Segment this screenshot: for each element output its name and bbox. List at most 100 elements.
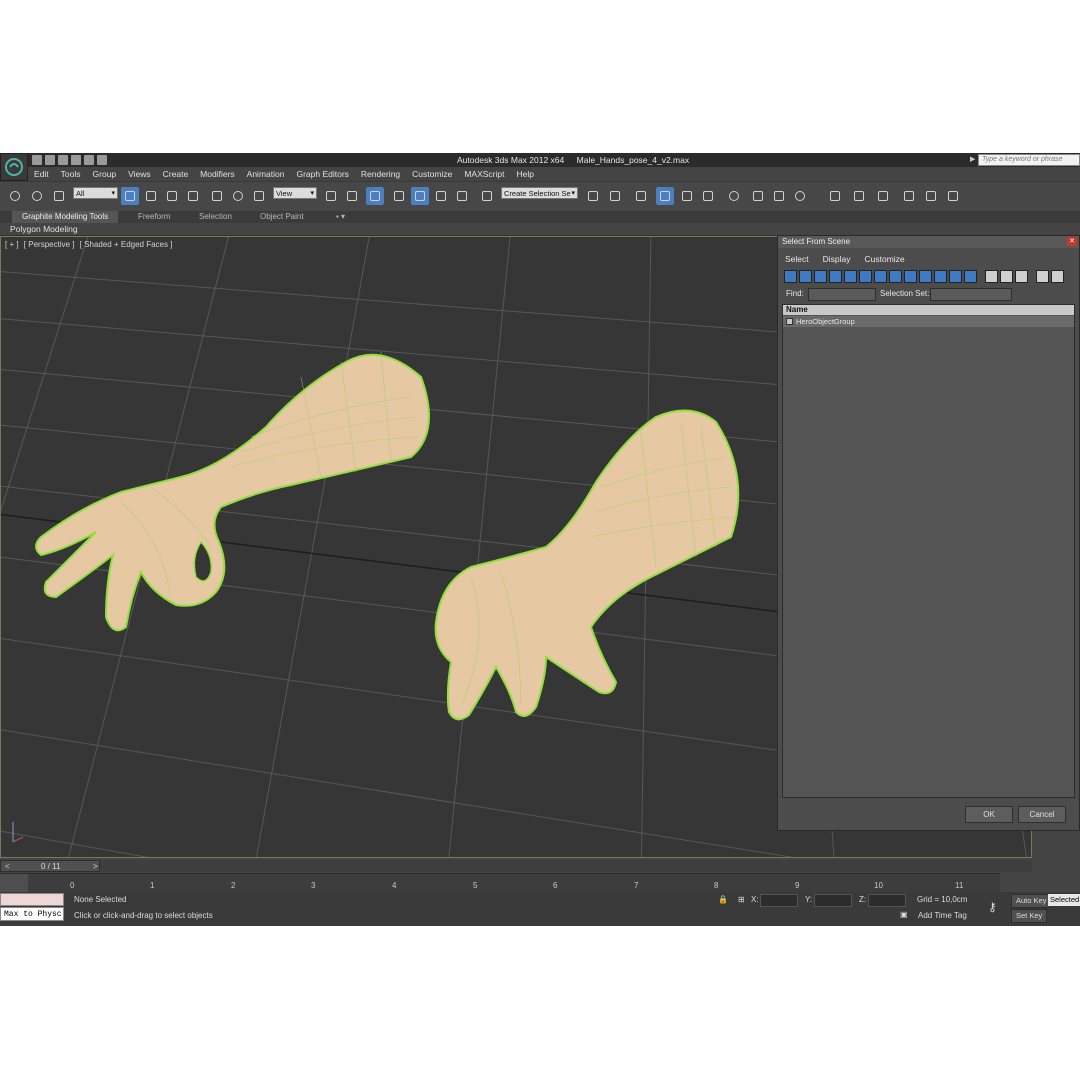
- snaps-toggle-icon[interactable]: [390, 187, 408, 205]
- cancel-button[interactable]: Cancel: [1018, 806, 1066, 823]
- menu-views[interactable]: Views: [122, 169, 157, 179]
- menu-customize[interactable]: Customize: [406, 169, 458, 179]
- angle-snap-icon[interactable]: [411, 187, 429, 205]
- project-folder-icon[interactable]: [97, 155, 107, 165]
- menu-create[interactable]: Create: [157, 169, 195, 179]
- extra-tool-4-icon[interactable]: [900, 187, 918, 205]
- display-frozen-icon[interactable]: [934, 270, 947, 283]
- select-all-icon[interactable]: [985, 270, 998, 283]
- tab-object-paint[interactable]: Object Paint: [250, 211, 314, 223]
- manipulate-icon[interactable]: [343, 187, 361, 205]
- link-icon[interactable]: [6, 187, 24, 205]
- dialog-menu-customize[interactable]: Customize: [858, 252, 912, 266]
- select-and-rotate-icon[interactable]: [229, 187, 247, 205]
- dialog-title-bar[interactable]: Select From Scene ✕: [778, 236, 1079, 248]
- time-tag-icon[interactable]: ▣: [900, 910, 908, 919]
- add-time-tag[interactable]: Add Time Tag: [918, 911, 967, 920]
- set-key-button[interactable]: Set Key: [1011, 909, 1048, 923]
- select-invert-icon[interactable]: [1015, 270, 1028, 283]
- close-icon[interactable]: ✕: [1067, 237, 1077, 246]
- lock-selection-icon[interactable]: 🔒: [718, 895, 728, 904]
- list-item[interactable]: HeroObjectGroup: [783, 316, 1074, 327]
- select-none-icon[interactable]: [1000, 270, 1013, 283]
- window-crossing-icon[interactable]: [184, 187, 202, 205]
- track-bar-toggle-icon[interactable]: [0, 874, 28, 892]
- display-lights-icon[interactable]: [814, 270, 827, 283]
- pivot-center-icon[interactable]: [322, 187, 340, 205]
- filter-options-icon[interactable]: [1051, 270, 1064, 283]
- viewport-view-label[interactable]: [ Perspective ]: [24, 240, 75, 249]
- selection-set-dropdown[interactable]: [930, 288, 1012, 301]
- ribbon-options-icon[interactable]: ▪ ▾: [326, 211, 355, 223]
- menu-rendering[interactable]: Rendering: [355, 169, 406, 179]
- time-slider[interactable]: < 0 / 11 >: [0, 860, 1032, 872]
- maxscript-listener-input[interactable]: Max to Physc: [0, 907, 64, 921]
- display-cameras-icon[interactable]: [829, 270, 842, 283]
- named-selection-set-dropdown[interactable]: Create Selection Se: [501, 187, 578, 200]
- menu-modifiers[interactable]: Modifiers: [194, 169, 240, 179]
- rectangular-selection-icon[interactable]: [163, 187, 181, 205]
- extra-tool-3-icon[interactable]: [874, 187, 892, 205]
- rendered-frame-window-icon[interactable]: [770, 187, 788, 205]
- mirror-icon[interactable]: [584, 187, 602, 205]
- layer-manager-icon[interactable]: [632, 187, 650, 205]
- redo-icon[interactable]: [84, 155, 94, 165]
- filter-icon[interactable]: [1036, 270, 1049, 283]
- schematic-view-icon[interactable]: [699, 187, 717, 205]
- render-setup-icon[interactable]: [749, 187, 767, 205]
- display-xrefs-icon[interactable]: [889, 270, 902, 283]
- dialog-menu-display[interactable]: Display: [816, 252, 858, 266]
- display-containers-icon[interactable]: [919, 270, 932, 283]
- next-frame-icon[interactable]: >: [93, 861, 98, 873]
- scene-object-list[interactable]: Name HeroObjectGroup: [782, 304, 1075, 798]
- viewport-menu-label[interactable]: [ + ]: [5, 240, 19, 249]
- select-by-name-icon[interactable]: [142, 187, 160, 205]
- key-icon[interactable]: ⚷: [988, 900, 997, 914]
- save-file-icon[interactable]: [58, 155, 68, 165]
- display-hidden-icon[interactable]: [949, 270, 962, 283]
- extra-tool-6-icon[interactable]: [944, 187, 962, 205]
- ok-button[interactable]: OK: [965, 806, 1013, 823]
- unlink-icon[interactable]: [28, 187, 46, 205]
- maxscript-listener-output[interactable]: [0, 893, 64, 906]
- align-icon[interactable]: [606, 187, 624, 205]
- menu-graph-editors[interactable]: Graph Editors: [290, 169, 354, 179]
- display-bones-icon[interactable]: [904, 270, 917, 283]
- time-slider-thumb[interactable]: < 0 / 11 >: [0, 860, 100, 872]
- absolute-mode-icon[interactable]: ⊞: [738, 895, 745, 904]
- selection-filter-dropdown[interactable]: All: [73, 187, 118, 200]
- column-header-name[interactable]: Name: [783, 305, 1074, 315]
- find-input[interactable]: [808, 288, 876, 301]
- y-coordinate-field[interactable]: [814, 894, 852, 907]
- bind-space-warp-icon[interactable]: [50, 187, 68, 205]
- undo-icon[interactable]: [71, 155, 81, 165]
- new-file-icon[interactable]: [32, 155, 42, 165]
- extra-tool-1-icon[interactable]: [826, 187, 844, 205]
- extra-tool-2-icon[interactable]: [850, 187, 868, 205]
- tab-freeform[interactable]: Freeform: [128, 211, 180, 223]
- display-helpers-icon[interactable]: [844, 270, 857, 283]
- x-coordinate-field[interactable]: [760, 894, 798, 907]
- key-filter-dropdown[interactable]: Selected: [1048, 894, 1080, 906]
- menu-edit[interactable]: Edit: [28, 169, 55, 179]
- extra-tool-5-icon[interactable]: [922, 187, 940, 205]
- reference-coordinate-dropdown[interactable]: View: [273, 187, 317, 200]
- select-and-scale-icon[interactable]: [250, 187, 268, 205]
- menu-help[interactable]: Help: [510, 169, 539, 179]
- menu-group[interactable]: Group: [87, 169, 123, 179]
- render-production-icon[interactable]: [791, 187, 809, 205]
- display-groups-icon[interactable]: [874, 270, 887, 283]
- curve-editor-icon[interactable]: [678, 187, 696, 205]
- menu-animation[interactable]: Animation: [241, 169, 291, 179]
- previous-frame-icon[interactable]: <: [5, 861, 10, 873]
- spinner-snap-icon[interactable]: [453, 187, 471, 205]
- percent-snap-icon[interactable]: [432, 187, 450, 205]
- auto-key-button[interactable]: Auto Key: [1011, 894, 1052, 908]
- display-geometry-icon[interactable]: [784, 270, 797, 283]
- app-logo-icon[interactable]: [0, 153, 28, 181]
- menu-tools[interactable]: Tools: [55, 169, 87, 179]
- viewport-label[interactable]: [ + ] [ Perspective ] [ Shaded + Edged F…: [5, 240, 172, 249]
- select-and-move-icon[interactable]: [208, 187, 226, 205]
- viewport-shading-label[interactable]: [ Shaded + Edged Faces ]: [80, 240, 173, 249]
- menu-maxscript[interactable]: MAXScript: [458, 169, 510, 179]
